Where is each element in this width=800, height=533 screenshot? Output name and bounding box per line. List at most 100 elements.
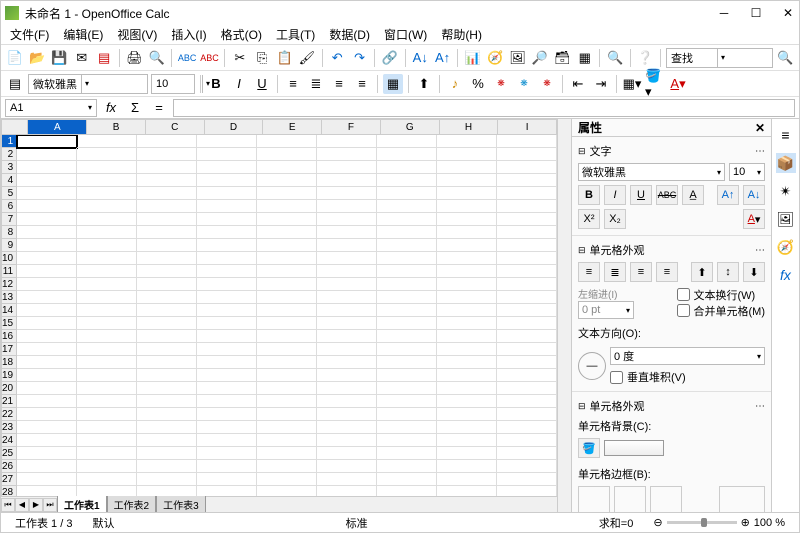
cell[interactable]	[377, 278, 437, 291]
cell[interactable]	[317, 252, 377, 265]
tab-next-icon[interactable]: ▶	[29, 498, 43, 512]
cell[interactable]	[317, 486, 377, 496]
cell[interactable]	[137, 187, 197, 200]
cell[interactable]	[17, 187, 77, 200]
print-icon[interactable]: 🖨	[125, 48, 144, 68]
cell[interactable]	[257, 265, 317, 278]
cell[interactable]	[317, 408, 377, 421]
cell[interactable]	[437, 161, 497, 174]
cell[interactable]	[377, 252, 437, 265]
collapse-icon[interactable]: ⊟	[578, 146, 586, 157]
cell[interactable]	[17, 369, 77, 382]
cell[interactable]	[497, 213, 557, 226]
cell[interactable]	[17, 135, 77, 148]
row-header[interactable]: 4	[1, 174, 17, 187]
cell[interactable]	[197, 239, 257, 252]
cell[interactable]	[197, 265, 257, 278]
cell[interactable]	[197, 395, 257, 408]
row-header[interactable]: 9	[1, 239, 17, 252]
row-header[interactable]: 16	[1, 330, 17, 343]
cell[interactable]	[257, 239, 317, 252]
font-size-select[interactable]: 10 ▾	[151, 74, 195, 94]
cell[interactable]	[77, 200, 137, 213]
cell[interactable]	[137, 356, 197, 369]
cell[interactable]	[317, 200, 377, 213]
cell[interactable]	[257, 278, 317, 291]
valign-top-icon[interactable]: ⬆	[414, 74, 434, 94]
zoom-slider[interactable]	[667, 521, 737, 524]
cell[interactable]	[317, 265, 377, 278]
cell[interactable]	[497, 369, 557, 382]
cell[interactable]	[137, 304, 197, 317]
row-header[interactable]: 11	[1, 265, 17, 278]
cell[interactable]	[317, 291, 377, 304]
maximize-button[interactable]: ☐	[749, 6, 763, 20]
menu-item[interactable]: 窗口(W)	[379, 25, 432, 44]
panel-sub-icon[interactable]: X₂	[604, 209, 626, 229]
link-icon[interactable]: 🔗	[380, 48, 399, 68]
cell[interactable]	[77, 317, 137, 330]
cell[interactable]	[497, 174, 557, 187]
undo-icon[interactable]: ↶	[328, 48, 347, 68]
cell[interactable]	[137, 291, 197, 304]
cell[interactable]	[497, 252, 557, 265]
cell[interactable]	[17, 200, 77, 213]
cell[interactable]	[137, 395, 197, 408]
align-left-icon[interactable]: ≡	[283, 74, 303, 94]
border-preset-box[interactable]	[614, 486, 646, 512]
sheet-tab[interactable]: 工作表2	[107, 495, 157, 512]
panel-font-select[interactable]: 微软雅黑▾	[578, 163, 725, 181]
cell[interactable]	[437, 369, 497, 382]
cell[interactable]	[377, 265, 437, 278]
align-left-icon[interactable]: ≡	[578, 262, 600, 282]
cell[interactable]	[17, 278, 77, 291]
cell[interactable]	[77, 369, 137, 382]
cell[interactable]	[77, 408, 137, 421]
cell[interactable]	[77, 135, 137, 148]
cell[interactable]	[377, 473, 437, 486]
cell[interactable]	[17, 408, 77, 421]
save-icon[interactable]: 💾	[50, 48, 69, 68]
cell[interactable]	[257, 356, 317, 369]
cell[interactable]	[197, 291, 257, 304]
cell[interactable]	[497, 473, 557, 486]
cell[interactable]	[77, 382, 137, 395]
cell[interactable]	[137, 447, 197, 460]
cell[interactable]	[437, 447, 497, 460]
cell[interactable]	[257, 291, 317, 304]
cell[interactable]	[377, 291, 437, 304]
cell[interactable]	[137, 473, 197, 486]
cell[interactable]	[197, 408, 257, 421]
styles-icon[interactable]: ▤	[5, 74, 25, 94]
cell[interactable]	[437, 135, 497, 148]
cell[interactable]	[437, 460, 497, 473]
cell[interactable]	[197, 278, 257, 291]
cell[interactable]	[17, 291, 77, 304]
cell[interactable]	[17, 434, 77, 447]
row-header[interactable]: 7	[1, 213, 17, 226]
row-header[interactable]: 26	[1, 460, 17, 473]
panel-shrink-font-icon[interactable]: A↓	[743, 185, 765, 205]
open-icon[interactable]: 📂	[27, 48, 46, 68]
cell[interactable]	[377, 486, 437, 496]
cell[interactable]	[437, 356, 497, 369]
cell[interactable]	[17, 174, 77, 187]
row-header[interactable]: 1	[1, 135, 17, 148]
cell[interactable]	[317, 356, 377, 369]
cell[interactable]	[437, 148, 497, 161]
row-header[interactable]: 14	[1, 304, 17, 317]
cell[interactable]	[197, 330, 257, 343]
cell[interactable]	[77, 460, 137, 473]
cell[interactable]	[437, 278, 497, 291]
cell[interactable]	[497, 421, 557, 434]
copy-icon[interactable]: ⎘	[253, 48, 272, 68]
menu-item[interactable]: 格式(O)	[216, 25, 267, 44]
cell[interactable]	[377, 356, 437, 369]
cell[interactable]	[437, 239, 497, 252]
styles-icon[interactable]: ✴	[776, 181, 796, 201]
cell[interactable]	[137, 382, 197, 395]
sort-desc-icon[interactable]: A↑	[433, 48, 452, 68]
cell[interactable]	[497, 486, 557, 496]
spellcheck-icon[interactable]: ABC	[177, 48, 196, 68]
cell[interactable]	[137, 434, 197, 447]
